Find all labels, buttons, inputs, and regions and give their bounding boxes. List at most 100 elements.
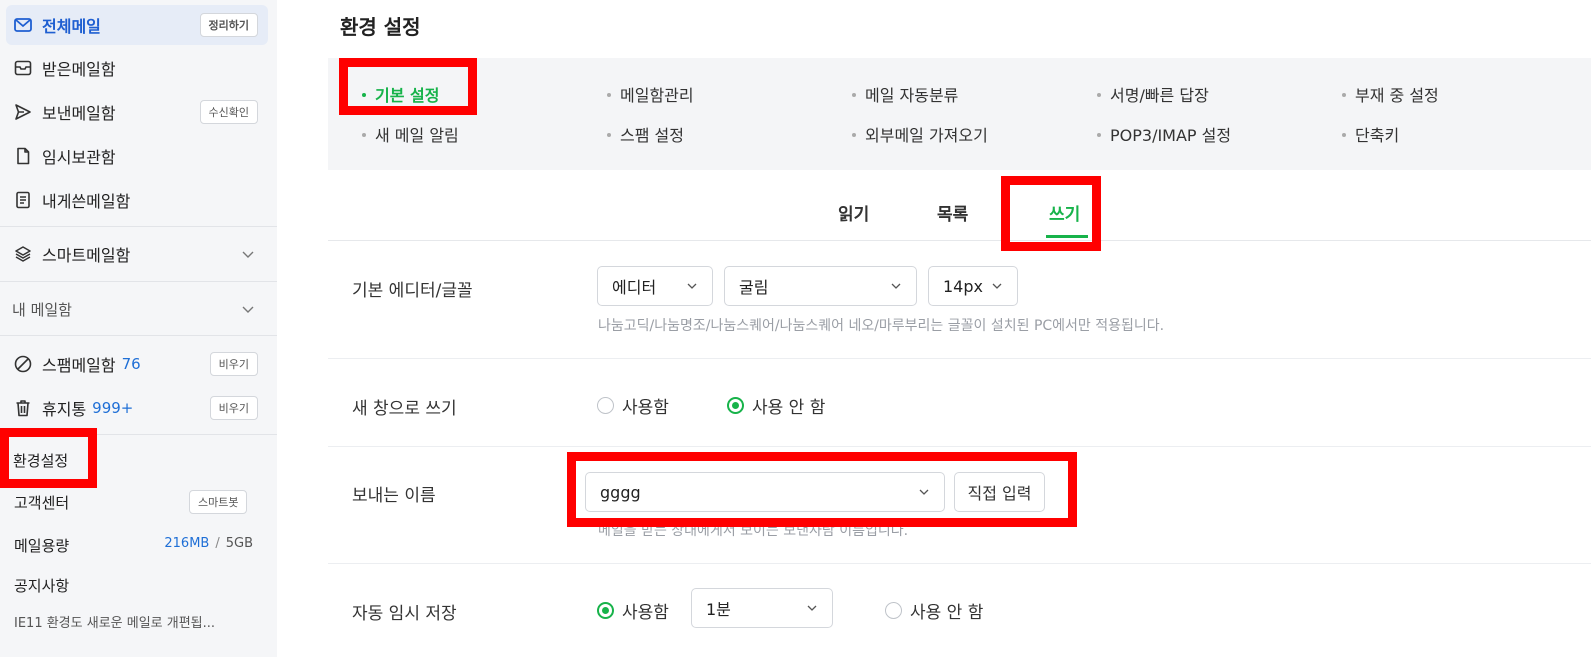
menu-label: 메일 자동분류	[865, 86, 959, 105]
font-size-select[interactable]: 14px	[928, 266, 1018, 306]
autosave-interval-value: 1분	[706, 600, 731, 619]
bullet-icon	[1342, 132, 1346, 137]
editor-select[interactable]: 에디터	[597, 266, 713, 306]
sender-name-value: gggg	[600, 482, 641, 502]
sidebar-item-label: 스팸메일함	[42, 356, 116, 375]
tab-read[interactable]: 읽기	[838, 200, 869, 225]
sender-name-select[interactable]: gggg	[585, 472, 945, 512]
divider	[0, 226, 277, 227]
sidebar-item-label: 휴지통	[42, 400, 87, 419]
sidebar-item-drafts[interactable]: 임시보관함	[6, 136, 268, 176]
menu-label: 스팸 설정	[620, 126, 684, 145]
new-window-on-radio[interactable]: 사용함	[597, 393, 669, 418]
radio-circle	[885, 602, 902, 619]
menu-basic-settings[interactable]: 기본 설정	[362, 82, 439, 106]
menu-shortcuts[interactable]: 단축키	[1342, 122, 1399, 146]
sidebar-item-smart[interactable]: 스마트메일함	[6, 234, 268, 274]
divider	[0, 281, 277, 282]
new-window-label: 새 창으로 쓰기	[352, 399, 457, 419]
menu-pop3-imap[interactable]: POP3/IMAP 설정	[1097, 122, 1231, 146]
divider	[0, 434, 277, 435]
chevron-down-icon	[919, 489, 929, 495]
storage-usage: 216MB / 5GB	[164, 536, 253, 551]
chevron-down-icon	[891, 283, 901, 289]
sidebar-item-inbox[interactable]: 받은메일함	[6, 48, 268, 88]
sidebar-item-spam[interactable]: 스팸메일함 76 비우기	[6, 344, 268, 384]
editor-font-label: 기본 에디터/글꼴	[352, 281, 473, 301]
autosave-off-radio[interactable]: 사용 안 함	[885, 598, 983, 623]
sidebar-item-to-me[interactable]: 내게쓴메일함	[6, 180, 268, 220]
smartbot-button[interactable]: 스마트봇	[189, 490, 248, 514]
radio-circle	[597, 397, 614, 414]
chevron-down-icon[interactable]	[240, 301, 256, 317]
inbox-icon	[12, 57, 34, 79]
tab-list[interactable]: 목록	[937, 200, 968, 225]
send-icon	[12, 101, 34, 123]
empty-trash-button[interactable]: 비우기	[209, 396, 258, 420]
bullet-icon	[852, 132, 856, 137]
sidebar-item-label: 내 메일함	[12, 300, 72, 319]
menu-spam-settings[interactable]: 스팸 설정	[607, 122, 684, 146]
page-title: 환경 설정	[340, 15, 421, 39]
layers-icon	[12, 243, 34, 265]
menu-mailbox-management[interactable]: 메일함관리	[607, 82, 694, 106]
sidebar-item-settings[interactable]: 환경설정	[13, 450, 68, 471]
chevron-down-icon	[807, 605, 817, 611]
font-hint: 나눔고딕/나눔명조/나눔스퀘어/나눔스퀘어 네오/마루부리는 글꼴이 설치된 P…	[598, 318, 1165, 334]
sender-name-label: 보내는 이름	[352, 486, 436, 506]
row-divider	[328, 563, 1591, 564]
direct-input-button[interactable]: 직접 입력	[954, 472, 1045, 512]
tab-write[interactable]: 쓰기	[1049, 200, 1080, 225]
chevron-down-icon	[992, 283, 1002, 289]
menu-new-mail-alert[interactable]: 새 메일 알림	[362, 122, 459, 146]
sidebar-item-trash[interactable]: 휴지통 999+ 비우기	[6, 388, 268, 428]
row-divider	[328, 446, 1591, 447]
storage-separator: /	[215, 536, 220, 551]
row-divider	[328, 358, 1591, 359]
storage-label: 메일용량	[14, 537, 70, 555]
autosave-label: 자동 임시 저장	[352, 604, 457, 624]
menu-label: 새 메일 알림	[375, 126, 459, 145]
radio-label: 사용 안 함	[752, 398, 826, 418]
document-icon	[12, 145, 34, 167]
sidebar-item-my-mailboxes[interactable]: 내 메일함	[6, 289, 268, 329]
sidebar-item-sent[interactable]: 보낸메일함 수신확인	[6, 92, 268, 132]
menu-auto-sort[interactable]: 메일 자동분류	[852, 82, 958, 106]
font-select[interactable]: 굴림	[724, 266, 917, 306]
block-icon	[12, 353, 34, 375]
menu-away[interactable]: 부재 중 설정	[1342, 82, 1439, 106]
chevron-down-icon[interactable]	[240, 246, 256, 262]
organize-button[interactable]: 정리하기	[199, 13, 258, 37]
note-icon	[12, 189, 34, 211]
new-window-off-radio[interactable]: 사용 안 함	[727, 393, 825, 418]
radio-circle	[727, 397, 744, 414]
read-receipt-button[interactable]: 수신확인	[199, 100, 258, 124]
menu-external-mail[interactable]: 외부메일 가져오기	[852, 122, 988, 146]
sidebar: 전체메일 정리하기 받은메일함 보낸메일함 수신확인 임시보관함 내게쓴메일함 …	[0, 0, 277, 657]
menu-label: 메일함관리	[620, 86, 694, 105]
bullet-icon	[852, 92, 856, 97]
sidebar-item-label: 전체메일	[42, 17, 101, 36]
notice-label[interactable]: 공지사항	[14, 575, 69, 596]
storage-used: 216MB	[164, 536, 210, 551]
bullet-icon	[1342, 92, 1346, 97]
sidebar-item-all-mail[interactable]: 전체메일 정리하기	[6, 5, 268, 45]
sidebar-item-label: 보낸메일함	[42, 104, 116, 123]
font-select-value: 굴림	[739, 278, 769, 297]
sidebar-item-support[interactable]: 고객센터	[14, 492, 69, 513]
bullet-icon	[1097, 132, 1101, 137]
radio-label: 사용 안 함	[910, 603, 984, 623]
bullet-icon	[362, 132, 366, 137]
active-tab-indicator	[1046, 235, 1088, 238]
empty-spam-button[interactable]: 비우기	[209, 352, 258, 376]
bullet-icon	[362, 92, 366, 97]
menu-label: 단축키	[1355, 126, 1400, 145]
notice-text[interactable]: IE11 환경도 새로운 메일로 개편됩...	[14, 612, 215, 631]
autosave-interval-select[interactable]: 1분	[691, 588, 833, 628]
menu-signature[interactable]: 서명/빠른 답장	[1097, 82, 1209, 106]
menu-label: 부재 중 설정	[1355, 86, 1439, 105]
bullet-icon	[1097, 92, 1101, 97]
menu-label: 기본 설정	[375, 86, 440, 105]
radio-label: 사용함	[622, 603, 669, 623]
autosave-on-radio[interactable]: 사용함	[597, 598, 669, 623]
